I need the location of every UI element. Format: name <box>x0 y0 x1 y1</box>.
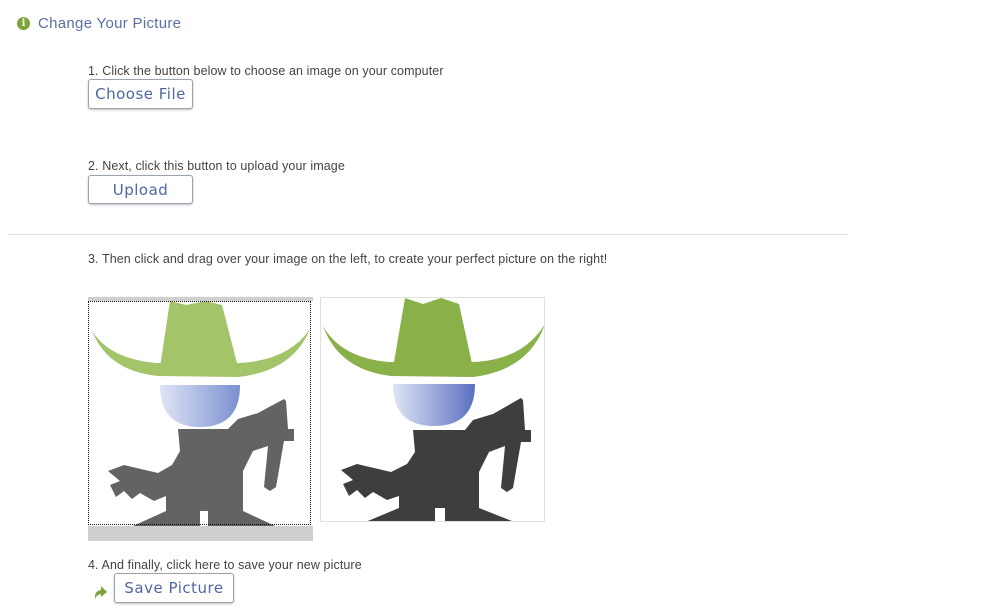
step-1-instruction: 1. Click the button below to choose an i… <box>88 64 444 78</box>
step-3-instruction: 3. Then click and drag over your image o… <box>88 252 608 266</box>
upload-button[interactable]: Upload <box>88 175 193 204</box>
divider <box>8 234 848 235</box>
scarecrow-preview-image <box>323 298 544 521</box>
save-picture-button[interactable]: Save Picture <box>114 573 234 603</box>
redo-arrow-icon <box>94 586 107 599</box>
step-4-instruction: 4. And finally, click here to save your … <box>88 558 362 572</box>
page-title: Change Your Picture <box>38 15 182 32</box>
info-icon: i <box>17 17 30 30</box>
page-header: i Change Your Picture <box>17 15 181 32</box>
cropped-preview-image <box>320 297 545 522</box>
choose-file-button[interactable]: Choose File <box>88 79 193 109</box>
crop-selection-box[interactable] <box>88 301 311 525</box>
step-2-instruction: 2. Next, click this button to upload you… <box>88 159 345 173</box>
